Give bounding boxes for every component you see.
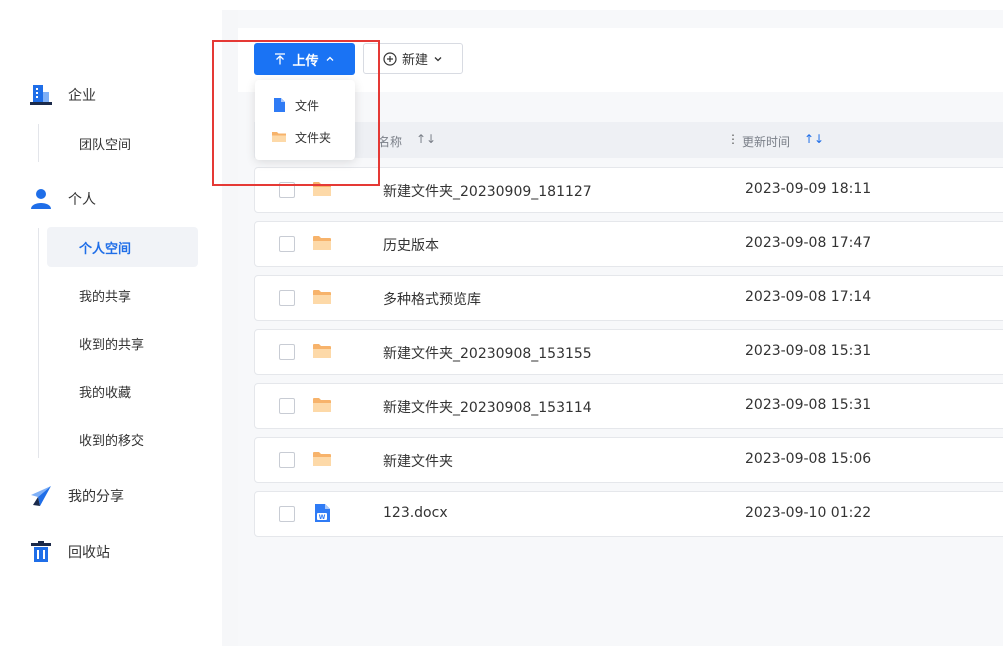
- sidebar-item-label: 个人空间: [79, 241, 132, 257]
- folder-icon: [313, 398, 331, 412]
- table-row[interactable]: 新建文件夹_20230908_153155 2023-09-08 15:31: [254, 329, 1003, 375]
- sidebar-group-label: 企业: [68, 88, 96, 104]
- folder-icon: [313, 290, 331, 304]
- plus-circle-icon: [383, 51, 397, 66]
- sidebar-group-my-share[interactable]: 我的分享: [0, 476, 222, 516]
- sidebar-item-favorites[interactable]: 我的收藏: [47, 371, 198, 411]
- column-header-updated[interactable]: 更新时间: [742, 133, 790, 150]
- column-resize-handle[interactable]: ⋮: [727, 132, 739, 146]
- sidebar-item-label: 我的收藏: [79, 385, 132, 401]
- folder-icon: [313, 236, 331, 250]
- file-name[interactable]: 新建文件夹_20230908_153155: [383, 343, 592, 363]
- file-name[interactable]: 新建文件夹: [383, 451, 453, 471]
- building-icon: [30, 85, 52, 105]
- annotation-highlight-box: [212, 40, 380, 186]
- sidebar-group-personal[interactable]: 个人: [0, 179, 222, 219]
- sidebar-item-my-shares[interactable]: 我的共享: [47, 275, 198, 315]
- sidebar-item-received-shares[interactable]: 收到的共享: [47, 323, 198, 363]
- row-checkbox[interactable]: [279, 344, 295, 360]
- sidebar-item-label: 收到的共享: [79, 337, 145, 353]
- row-checkbox[interactable]: [279, 290, 295, 306]
- new-button-label: 新建: [401, 52, 428, 67]
- person-icon: [31, 189, 51, 209]
- updated-time: 2023-09-08 15:31: [745, 397, 872, 413]
- sidebar-item-label: 团队空间: [79, 137, 132, 153]
- sort-icon[interactable]: ↑↓: [416, 132, 436, 146]
- folder-icon: [313, 452, 331, 466]
- sidebar: 企业 团队空间 个人 个人空间 我的共享 收到的共享 我的收藏 收到的移交 我的…: [0, 0, 222, 646]
- updated-time: 2023-09-08 17:47: [745, 235, 872, 251]
- column-header-name[interactable]: 名称: [378, 133, 402, 150]
- updated-time: 2023-09-08 15:06: [745, 451, 872, 467]
- sidebar-item-label: 收到的移交: [79, 433, 145, 449]
- row-checkbox[interactable]: [279, 398, 295, 414]
- word-doc-icon: W: [315, 504, 330, 522]
- sidebar-item-received-transfers[interactable]: 收到的移交: [47, 419, 198, 459]
- table-row[interactable]: 历史版本 2023-09-08 17:47: [254, 221, 1003, 267]
- file-name[interactable]: 新建文件夹_20230908_153114: [383, 397, 592, 417]
- sidebar-group-label: 回收站: [68, 545, 110, 561]
- table-row[interactable]: W 123.docx 2023-09-10 01:22: [254, 491, 1003, 537]
- updated-time: 2023-09-09 18:11: [745, 181, 872, 197]
- row-checkbox[interactable]: [279, 452, 295, 468]
- sidebar-item-label: 我的共享: [79, 289, 132, 305]
- top-bar: [222, 0, 1003, 10]
- row-checkbox[interactable]: [279, 506, 295, 522]
- sidebar-group-recycle-bin[interactable]: 回收站: [0, 532, 222, 572]
- file-name[interactable]: 新建文件夹_20230909_181127: [383, 181, 592, 201]
- folder-icon: [313, 344, 331, 358]
- svg-text:W: W: [319, 514, 326, 521]
- sidebar-group-label: 我的分享: [68, 489, 124, 505]
- sidebar-item-personal-space[interactable]: 个人空间: [47, 227, 198, 267]
- paper-plane-icon: [31, 486, 51, 506]
- file-name[interactable]: 历史版本: [383, 235, 439, 255]
- file-name[interactable]: 123.docx: [383, 505, 448, 521]
- trash-icon: [31, 541, 51, 562]
- file-name[interactable]: 多种格式预览库: [383, 289, 481, 309]
- sidebar-group-enterprise[interactable]: 企业: [0, 75, 222, 115]
- sort-icon[interactable]: ↑↓: [804, 132, 824, 146]
- table-row[interactable]: 新建文件夹 2023-09-08 15:06: [254, 437, 1003, 483]
- row-checkbox[interactable]: [279, 236, 295, 252]
- sidebar-group-label: 个人: [68, 192, 96, 208]
- sidebar-tree-line: [38, 124, 39, 162]
- updated-time: 2023-09-10 01:22: [745, 505, 872, 521]
- table-row[interactable]: 多种格式预览库 2023-09-08 17:14: [254, 275, 1003, 321]
- updated-time: 2023-09-08 17:14: [745, 289, 872, 305]
- sidebar-tree-line: [38, 228, 39, 458]
- sidebar-item-team-space[interactable]: 团队空间: [47, 123, 198, 163]
- table-row[interactable]: 新建文件夹_20230908_153114 2023-09-08 15:31: [254, 383, 1003, 429]
- updated-time: 2023-09-08 15:31: [745, 343, 872, 359]
- chevron-down-icon: [434, 56, 442, 61]
